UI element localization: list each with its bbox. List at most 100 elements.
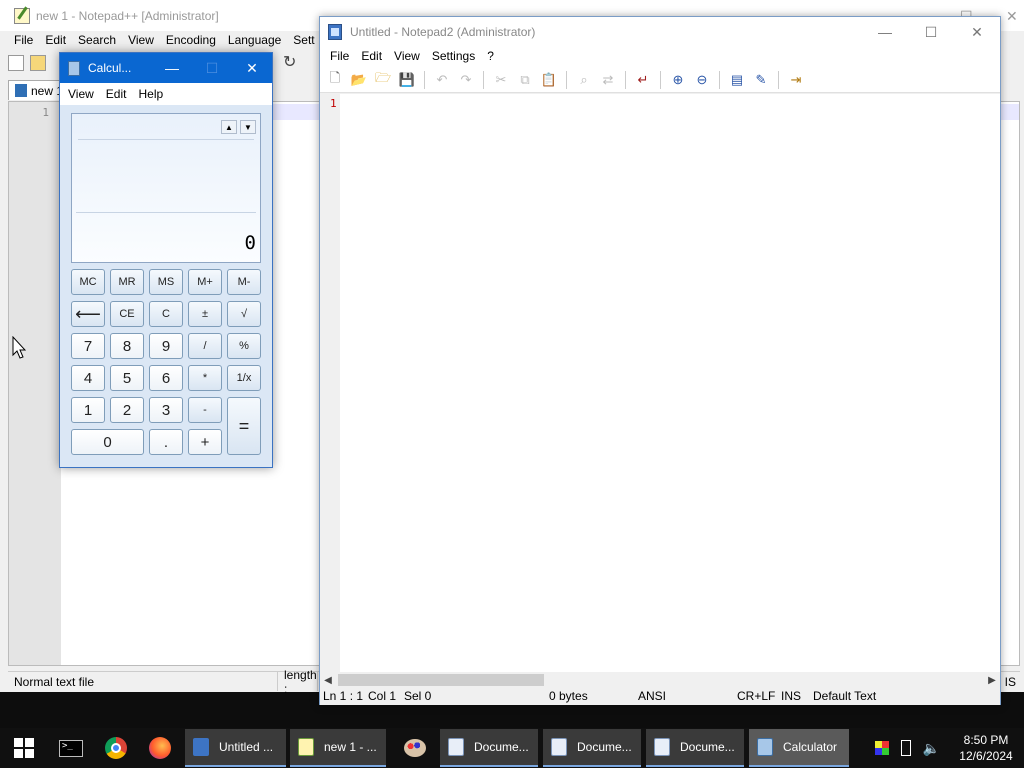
notepad2-editor[interactable]: 1 [320, 94, 1000, 672]
menu-view[interactable]: View [388, 47, 426, 67]
menu-search[interactable]: Search [72, 31, 122, 51]
key-ce[interactable]: CE [110, 301, 144, 327]
redo-icon[interactable]: ↷ [457, 71, 475, 89]
cut-icon[interactable]: ✂ [492, 71, 510, 89]
status-mode[interactable]: INS [781, 689, 801, 703]
menu-file[interactable]: File [324, 47, 355, 67]
clock[interactable]: 8:50 PM 12/6/2024 [954, 732, 1018, 764]
replace-icon[interactable]: ⇄ [599, 71, 617, 89]
menu-settings[interactable]: Settings [426, 47, 481, 67]
usb-icon[interactable] [900, 740, 911, 756]
history-down-icon[interactable]: ▼ [240, 120, 256, 134]
menu-help[interactable]: Help [132, 83, 169, 105]
menu-settings[interactable]: Sett [287, 31, 320, 51]
key-decimal[interactable]: . [149, 429, 183, 455]
horizontal-scrollbar[interactable]: ◀ ▶ [320, 672, 1000, 688]
notepad2-toolbar: 🗋 📂 🗁 💾 ↶ ↷ ✂ ⧉ 📋 ⌕ ⇄ ↵ ⊕ ⊖ ▤ ✎ ⇥ [320, 67, 1000, 93]
key-sign[interactable]: ± [188, 301, 222, 327]
key-5[interactable]: 5 [110, 365, 144, 391]
key-9[interactable]: 9 [149, 333, 183, 359]
key-7[interactable]: 7 [71, 333, 105, 359]
taskbar-calculator[interactable]: Calculator [749, 729, 849, 767]
close-icon[interactable]: ✕ [1006, 8, 1018, 25]
volume-muted-icon[interactable]: 🔈 [923, 740, 940, 757]
zoom-out-icon[interactable]: ⊖ [693, 71, 711, 89]
wordwrap-icon[interactable]: ↵ [634, 71, 652, 89]
scrollbar-thumb[interactable] [338, 674, 544, 686]
minimize-button[interactable]: — [152, 53, 192, 83]
calculator-window[interactable]: Calcul... — ☐ ✕ View Edit Help ▲ ▼ 0 MC … [59, 52, 273, 468]
taskbar-document-3[interactable]: Docume... [646, 729, 744, 767]
open-folder-icon[interactable]: 📂 [350, 71, 368, 89]
menu-language[interactable]: Language [222, 31, 287, 51]
browse-icon[interactable]: 🗁 [374, 70, 392, 89]
new-file-icon[interactable] [8, 55, 24, 71]
taskbar-document-2[interactable]: Docume... [543, 729, 641, 767]
key-divide[interactable]: / [188, 333, 222, 359]
paste-icon[interactable]: 📋 [540, 71, 558, 89]
menu-edit[interactable]: Edit [100, 83, 133, 105]
scroll-left-icon[interactable]: ◀ [320, 675, 336, 686]
close-button[interactable]: ✕ [954, 17, 1000, 47]
menu-edit[interactable]: Edit [39, 31, 72, 51]
key-m-minus[interactable]: M- [227, 269, 261, 295]
taskbar-notepad2[interactable]: Untitled ... [185, 729, 286, 767]
key-add[interactable]: + [188, 429, 222, 455]
firefox-button[interactable] [138, 729, 182, 767]
taskbar-document-1[interactable]: Docume... [440, 729, 538, 767]
key-ms[interactable]: MS [149, 269, 183, 295]
notepad2-titlebar[interactable]: Untitled - Notepad2 (Administrator) — ☐ … [320, 17, 1000, 47]
status-scheme[interactable]: Default Text [813, 689, 876, 703]
key-1[interactable]: 1 [71, 397, 105, 423]
key-mc[interactable]: MC [71, 269, 105, 295]
key-c[interactable]: C [149, 301, 183, 327]
key-percent[interactable]: % [227, 333, 261, 359]
scroll-right-icon[interactable]: ▶ [984, 675, 1000, 686]
key-reciprocal[interactable]: 1/x [227, 365, 261, 391]
paint-button[interactable] [392, 729, 438, 767]
key-4[interactable]: 4 [71, 365, 105, 391]
history-up-icon[interactable]: ▲ [221, 120, 237, 134]
key-8[interactable]: 8 [110, 333, 144, 359]
find-icon[interactable]: ⌕ [575, 71, 593, 89]
terminal-button[interactable]: >_ [48, 729, 94, 767]
key-mr[interactable]: MR [110, 269, 144, 295]
key-sqrt[interactable]: √ [227, 301, 261, 327]
key-subtract[interactable]: - [188, 397, 222, 423]
status-eol[interactable]: CR+LF [737, 689, 775, 703]
key-m-plus[interactable]: M+ [188, 269, 222, 295]
copy-icon[interactable]: ⧉ [516, 71, 534, 89]
menu-view[interactable]: View [122, 31, 160, 51]
close-button[interactable]: ✕ [232, 53, 272, 83]
status-encoding[interactable]: ANSI [638, 689, 666, 703]
menu-encoding[interactable]: Encoding [160, 31, 222, 51]
open-folder-icon[interactable] [30, 55, 46, 71]
menu-help[interactable]: ? [481, 47, 500, 67]
key-3[interactable]: 3 [149, 397, 183, 423]
key-0[interactable]: 0 [71, 429, 144, 455]
customize-scheme-icon[interactable]: ✎ [752, 71, 770, 89]
save-icon[interactable]: 💾 [398, 71, 416, 89]
undo-icon[interactable]: ↶ [433, 71, 451, 89]
calculator-titlebar[interactable]: Calcul... — ☐ ✕ [60, 53, 272, 83]
menu-file[interactable]: File [8, 31, 39, 51]
zoom-in-icon[interactable]: ⊕ [669, 71, 687, 89]
chrome-button[interactable] [94, 729, 138, 767]
redo-icon[interactable]: ↻ [283, 52, 296, 72]
menu-edit[interactable]: Edit [355, 47, 388, 67]
scheme-icon[interactable]: ▤ [728, 71, 746, 89]
color-app-icon[interactable] [874, 741, 889, 755]
key-2[interactable]: 2 [110, 397, 144, 423]
exit-icon[interactable]: ⇥ [787, 71, 805, 89]
menu-view[interactable]: View [62, 83, 100, 105]
minimize-button[interactable]: — [862, 17, 908, 47]
key-equals[interactable]: = [227, 397, 261, 455]
maximize-button[interactable]: ☐ [908, 17, 954, 47]
key-6[interactable]: 6 [149, 365, 183, 391]
key-multiply[interactable]: * [188, 365, 222, 391]
notepad2-window[interactable]: Untitled - Notepad2 (Administrator) — ☐ … [319, 16, 1001, 705]
start-button[interactable] [0, 729, 48, 767]
taskbar-notepadpp[interactable]: new 1 - ... [290, 729, 386, 767]
key-backspace[interactable]: ⟵ [71, 301, 105, 327]
new-file-icon[interactable]: 🗋 [326, 70, 344, 89]
